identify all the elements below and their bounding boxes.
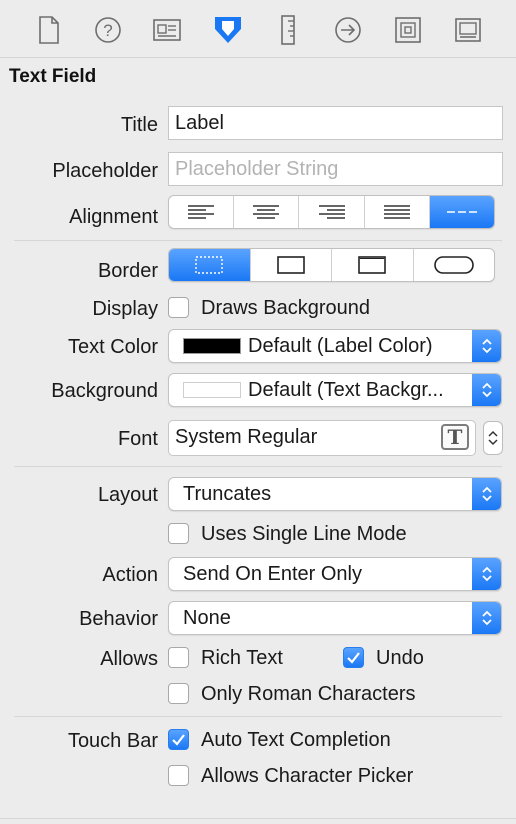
- title-label: Title: [120, 114, 158, 136]
- layout-label: Layout: [97, 484, 158, 506]
- only-roman-characters-label: Only Roman Characters: [201, 683, 416, 705]
- text-color-swatch: [183, 338, 241, 354]
- behavior-value: None: [183, 607, 231, 629]
- border-bezel-button[interactable]: [332, 249, 414, 281]
- border-bezel-icon: [358, 256, 387, 274]
- undo-checkbox[interactable]: [343, 647, 364, 668]
- border-label: Border: [97, 260, 158, 282]
- alignment-label: Alignment: [69, 206, 158, 228]
- bindings-inspector-icon[interactable]: [388, 10, 428, 50]
- inspector-toolbar: ?: [0, 0, 516, 58]
- checkmark-icon: [347, 652, 360, 664]
- alignment-segmented-control: [168, 195, 495, 229]
- align-natural-button[interactable]: [429, 196, 494, 228]
- allows-label: Allows: [100, 648, 158, 670]
- single-line-mode-label: Uses Single Line Mode: [201, 523, 407, 545]
- background-color-swatch: [183, 382, 241, 398]
- popup-arrows-icon: [472, 330, 501, 362]
- action-popup[interactable]: Send On Enter Only: [168, 557, 502, 591]
- align-center-button[interactable]: [234, 196, 300, 228]
- checkmark-icon: [172, 734, 185, 746]
- divider: [0, 818, 516, 819]
- rich-text-checkbox[interactable]: [168, 647, 189, 668]
- auto-text-completion-checkbox[interactable]: [168, 729, 189, 750]
- allows-character-picker-label: Allows Character Picker: [201, 765, 414, 787]
- section-title: Text Field: [9, 66, 97, 87]
- border-line-button[interactable]: [251, 249, 332, 281]
- popup-arrows-icon: [472, 478, 501, 510]
- behavior-label: Behavior: [79, 608, 158, 630]
- draws-background-label: Draws Background: [201, 297, 370, 319]
- stepper-arrows-icon: [488, 430, 498, 446]
- only-roman-characters-checkbox[interactable]: [168, 683, 189, 704]
- rich-text-label: Rich Text: [201, 647, 283, 669]
- border-none-button[interactable]: [169, 249, 251, 281]
- layout-value: Truncates: [183, 483, 272, 505]
- align-natural-icon: [446, 211, 477, 213]
- background-label: Background: [51, 380, 158, 402]
- text-color-label: Text Color: [67, 336, 158, 358]
- connections-inspector-icon[interactable]: [328, 10, 368, 50]
- auto-text-completion-label: Auto Text Completion: [201, 729, 391, 751]
- align-right-button[interactable]: [299, 196, 365, 228]
- align-justify-icon: [383, 205, 410, 219]
- single-line-mode-checkbox[interactable]: [168, 523, 189, 544]
- layout-popup[interactable]: Truncates: [168, 477, 502, 511]
- undo-label: Undo: [376, 647, 424, 669]
- align-right-icon: [318, 205, 345, 219]
- border-line-icon: [276, 256, 305, 274]
- size-inspector-icon[interactable]: [268, 10, 308, 50]
- behavior-popup[interactable]: None: [168, 601, 502, 635]
- font-size-stepper[interactable]: [483, 421, 503, 455]
- title-field[interactable]: Label: [168, 106, 503, 140]
- divider: [14, 716, 502, 717]
- attributes-inspector-icon[interactable]: [208, 10, 248, 50]
- touch-bar-label: Touch Bar: [67, 730, 158, 752]
- display-label: Display: [92, 298, 158, 320]
- file-inspector-icon[interactable]: [29, 10, 69, 50]
- popup-arrows-icon: [472, 374, 501, 406]
- font-picker-icon[interactable]: T: [441, 424, 469, 450]
- draws-background-checkbox[interactable]: [168, 297, 189, 318]
- divider: [14, 240, 502, 241]
- divider: [14, 466, 502, 467]
- background-color-popup[interactable]: Default (Text Backgr...: [168, 373, 502, 407]
- placeholder-label: Placeholder: [52, 160, 158, 182]
- font-field[interactable]: System Regular T: [168, 420, 476, 456]
- font-label: Font: [117, 428, 158, 450]
- align-left-button[interactable]: [169, 196, 235, 228]
- border-rounded-button[interactable]: [414, 249, 495, 281]
- placeholder-field[interactable]: Placeholder String: [168, 152, 503, 186]
- popup-arrows-icon: [472, 602, 501, 634]
- popup-arrows-icon: [472, 558, 501, 590]
- text-color-popup[interactable]: Default (Label Color): [168, 329, 502, 363]
- border-none-icon: [195, 256, 223, 274]
- font-value: System Regular: [175, 426, 318, 448]
- align-center-icon: [253, 205, 280, 219]
- align-justify-button[interactable]: [365, 196, 430, 228]
- background-color-value: Default (Text Backgr...: [248, 379, 444, 401]
- identity-inspector-icon[interactable]: [147, 10, 187, 50]
- border-segmented-control: [168, 248, 495, 282]
- align-left-icon: [188, 205, 215, 219]
- quick-help-icon[interactable]: ?: [88, 10, 128, 50]
- view-effects-inspector-icon[interactable]: [448, 10, 488, 50]
- border-rounded-icon: [433, 256, 474, 274]
- action-label: Action: [102, 564, 158, 586]
- svg-text:?: ?: [103, 21, 112, 40]
- allows-character-picker-checkbox[interactable]: [168, 765, 189, 786]
- action-value: Send On Enter Only: [183, 563, 362, 585]
- text-color-value: Default (Label Color): [248, 335, 433, 357]
